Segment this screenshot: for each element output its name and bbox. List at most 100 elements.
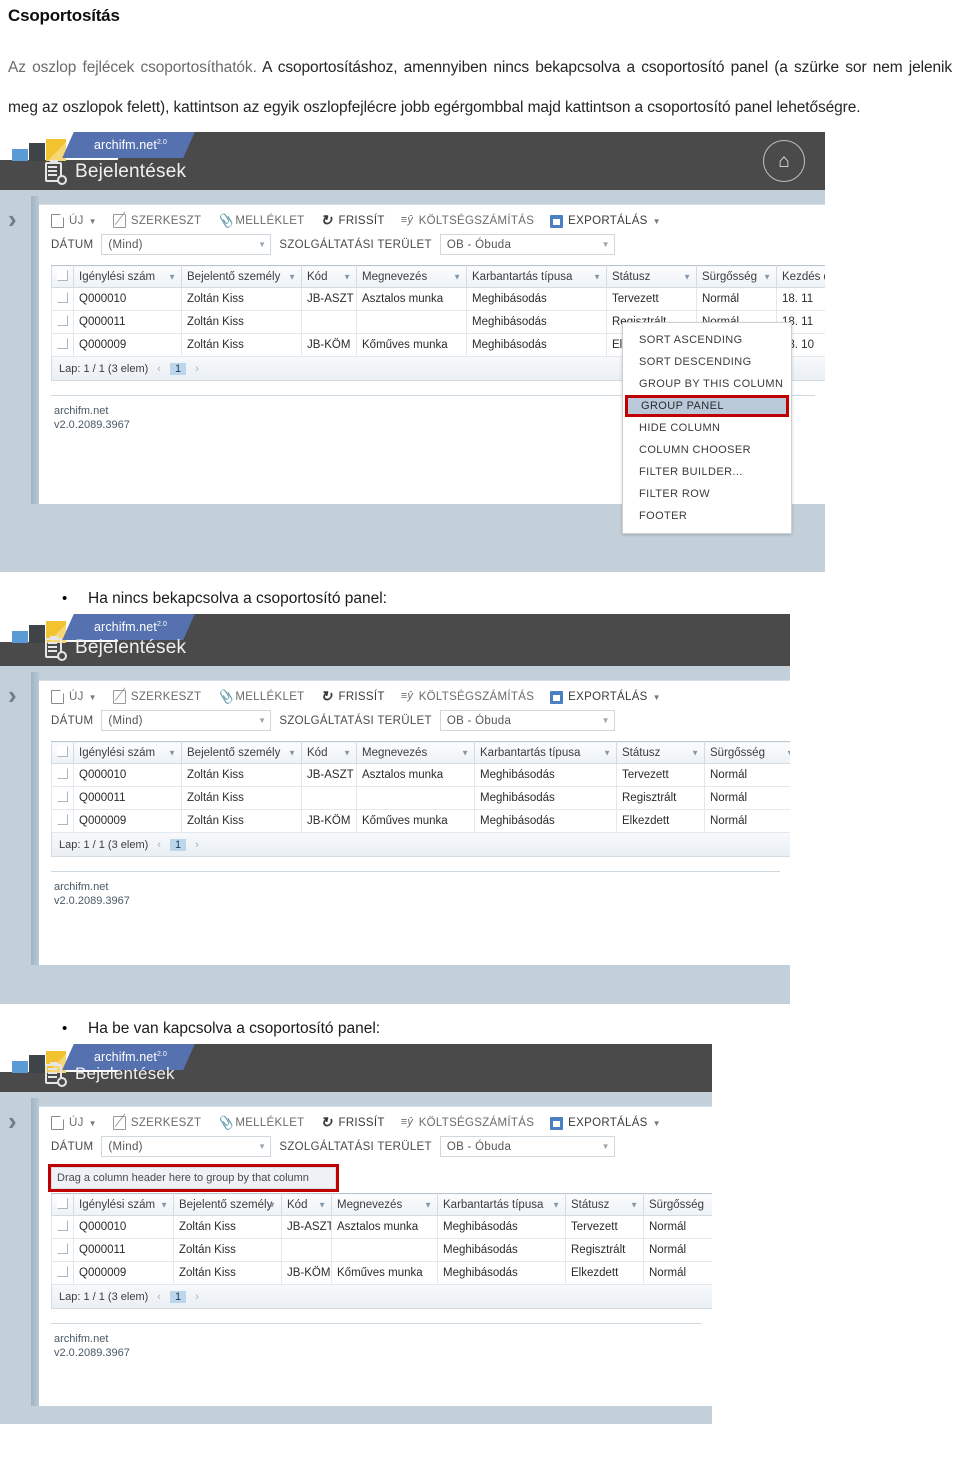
select-all-header[interactable] [51,1193,74,1216]
filter-icon[interactable]: ▼ [160,1200,168,1209]
menu-item-sort-ascending[interactable]: SORT ASCENDING [623,329,791,351]
group-panel-dropzone[interactable]: Drag a column header here to group by th… [48,1164,339,1192]
filter-icon[interactable]: ▼ [630,1200,638,1209]
col-kod[interactable]: Kód ▼ [281,1193,332,1216]
col-bejelento-szemely[interactable]: Bejelentő személy ▼ [181,265,302,288]
date-filter-select[interactable]: (Mind) ▼ [101,710,272,731]
pager-prev-button[interactable]: ‹ [157,363,161,375]
filter-icon[interactable]: ▼ [603,748,611,757]
row-checkbox-cell[interactable] [51,333,74,357]
col-karbantartas-tipusa[interactable]: Karbantartás típusa ▼ [437,1193,566,1216]
toolbar-export-button[interactable]: EXPORTÁLÁS ▼ [550,690,661,704]
pager-next-button[interactable]: › [195,839,199,851]
date-filter-select[interactable]: (Mind) ▼ [101,234,272,255]
col-kod[interactable]: Kód ▼ [301,741,357,764]
checkbox-icon[interactable] [57,1197,68,1209]
checkbox-icon[interactable] [57,814,68,825]
area-filter-select[interactable]: OB - Óbuda ▼ [439,710,615,731]
area-filter-select[interactable]: OB - Óbuda ▼ [439,1136,615,1157]
col-kezdes-datuma[interactable]: Kezdés dátuma [776,265,825,288]
chevron-down-icon[interactable]: ▼ [89,693,97,702]
pager-next-button[interactable]: › [195,363,199,375]
row-checkbox-cell[interactable] [51,786,74,810]
col-statusz[interactable]: Státusz ▼ [606,265,697,288]
row-checkbox-cell[interactable] [51,1238,74,1262]
chevron-down-icon-export[interactable]: ▼ [653,1119,661,1128]
menu-item-filter-row[interactable]: FILTER ROW [623,483,791,505]
toolbar-attachment-button[interactable]: 📎 MELLÉKLET [217,690,304,704]
toolbar-edit-button[interactable]: SZERKESZT [112,212,201,228]
filter-icon[interactable]: ▼ [763,272,771,281]
checkbox-icon[interactable] [57,338,68,349]
table-row[interactable]: Q000010 Zoltán Kiss JB-ASZT Asztalos mun… [51,763,790,787]
date-filter-select[interactable]: (Mind) ▼ [101,1136,272,1157]
filter-icon[interactable]: ▼ [343,272,351,281]
checkbox-icon[interactable] [57,269,68,281]
pager-page-1[interactable]: 1 [169,362,187,375]
filter-icon[interactable]: ▼ [168,748,176,757]
chevron-down-icon-export[interactable]: ▼ [653,693,661,702]
checkbox-icon[interactable] [57,745,68,757]
menu-item-column-chooser[interactable]: COLUMN CHOOSER [623,439,791,461]
menu-item-sort-descending[interactable]: SORT DESCENDING [623,351,791,373]
expand-sidebar-icon[interactable]: › [8,682,17,708]
select-all-header[interactable] [51,265,74,288]
table-row[interactable]: Q000011 Zoltán Kiss Meghibásodás Regiszt… [51,786,790,810]
chevron-down-icon[interactable]: ▼ [89,1119,97,1128]
pager-page-1[interactable]: 1 [169,838,187,851]
toolbar-cost-button[interactable]: ≡ŷ KÖLTSÉGSZÁMÍTÁS [401,1116,534,1130]
col-karbantartas-tipusa[interactable]: Karbantartás típusa ▼ [466,265,607,288]
toolbar-refresh-button[interactable]: ↻ FRISSÍT [321,1115,385,1130]
chevron-down-icon-export[interactable]: ▼ [653,217,661,226]
pager-prev-button[interactable]: ‹ [157,839,161,851]
toolbar-refresh-button[interactable]: ↻ FRISSÍT [321,689,385,704]
checkbox-icon[interactable] [57,315,68,326]
home-icon[interactable]: ⌂ [763,140,805,182]
toolbar-attachment-button[interactable]: 📎 MELLÉKLET [217,1116,304,1130]
row-checkbox-cell[interactable] [51,1215,74,1239]
col-statusz[interactable]: Státusz ▼ [616,741,705,764]
area-filter-select[interactable]: OB - Óbuda ▼ [439,234,615,255]
row-checkbox-cell[interactable] [51,1261,74,1285]
toolbar-export-button[interactable]: EXPORTÁLÁS ▼ [550,1116,661,1130]
select-all-header[interactable] [51,741,74,764]
checkbox-icon[interactable] [57,1266,68,1277]
col-surgosseg[interactable]: Sürgősség▼ [696,265,777,288]
col-igenylesi-szam[interactable]: Igénylési szám ▼ [73,1193,174,1216]
menu-item-filter-builder[interactable]: FILTER BUILDER... [623,461,791,483]
row-checkbox-cell[interactable] [51,287,74,311]
table-row[interactable]: Q000010 Zoltán Kiss JB-ASZT Asztalos mun… [51,1215,712,1239]
filter-icon[interactable]: ▼ [683,272,691,281]
col-surgosseg[interactable]: Sürgősség▼ [704,741,790,764]
expand-sidebar-icon[interactable]: › [8,206,17,232]
toolbar-export-button[interactable]: EXPORTÁLÁS ▼ [550,214,661,228]
filter-icon[interactable]: ▼ [268,1200,276,1209]
toolbar-refresh-button[interactable]: ↻ FRISSÍT [321,213,385,228]
table-row[interactable]: Q000009 Zoltán Kiss JB-KÖM Kőműves munka… [51,809,790,833]
table-row[interactable]: Q000010 Zoltán Kiss JB-ASZT Asztalos mun… [51,287,825,311]
col-surgosseg[interactable]: Sürgősség▼ [643,1193,712,1216]
checkbox-icon[interactable] [57,768,68,779]
checkbox-icon[interactable] [57,791,68,802]
filter-icon[interactable]: ▼ [288,748,296,757]
col-megnevezes[interactable]: Megnevezés ▼ [331,1193,438,1216]
col-bejelento-szemely[interactable]: Bejelentő személy ▼ [173,1193,282,1216]
row-checkbox-cell[interactable] [51,763,74,787]
toolbar-new-button[interactable]: ÚJ ▼ [51,1116,97,1130]
table-row[interactable]: Q000011 Zoltán Kiss Meghibásodás Regiszt… [51,1238,712,1262]
toolbar-new-button[interactable]: ÚJ ▼ [51,690,97,704]
menu-item-footer[interactable]: FOOTER [623,505,791,527]
toolbar-edit-button[interactable]: SZERKESZT [112,1114,201,1130]
toolbar-cost-button[interactable]: ≡ŷ KÖLTSÉGSZÁMÍTÁS [401,690,534,704]
toolbar-new-button[interactable]: ÚJ ▼ [51,214,97,228]
filter-icon[interactable]: ▼ [318,1200,326,1209]
col-megnevezes[interactable]: Megnevezés ▼ [356,741,475,764]
filter-icon[interactable]: ▼ [453,272,461,281]
table-row[interactable]: Q000009 Zoltán Kiss JB-KÖM Kőműves munka… [51,1261,712,1285]
expand-sidebar-icon[interactable]: › [8,1108,17,1134]
filter-icon[interactable]: ▼ [786,748,790,757]
toolbar-edit-button[interactable]: SZERKESZT [112,688,201,704]
menu-item-hide-column[interactable]: HIDE COLUMN [623,417,791,439]
checkbox-icon[interactable] [57,1220,68,1231]
menu-item-group-by-this-column[interactable]: GROUP BY THIS COLUMN [623,373,791,395]
